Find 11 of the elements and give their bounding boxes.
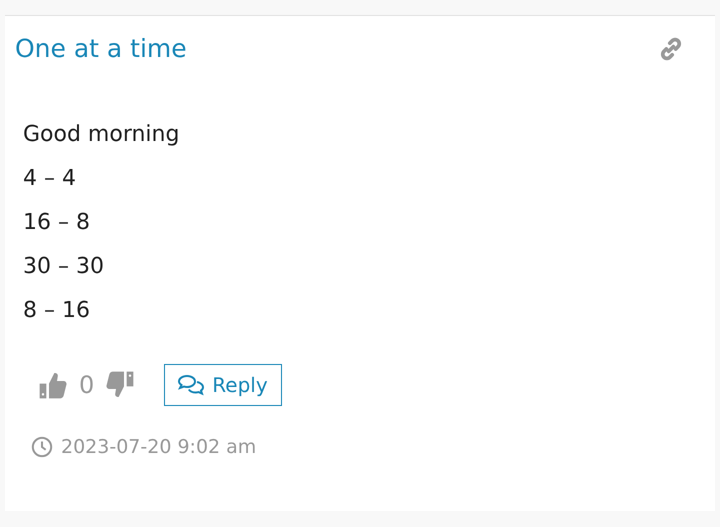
post-text-line: 4 – 4	[23, 165, 77, 193]
post-text-line: 30 – 30	[23, 253, 105, 281]
chat-bubbles-icon	[178, 374, 204, 396]
reply-button[interactable]: Reply	[164, 364, 282, 406]
post-title: One at a time	[15, 34, 187, 63]
post-text-line: 16 – 8	[23, 209, 91, 237]
post-text-line: 8 – 16	[23, 297, 91, 325]
vote-count: 0	[79, 371, 94, 399]
clock-icon	[31, 436, 53, 458]
post-timestamp: 2023-07-20 9:02 am	[61, 436, 256, 458]
post-text-line: Good morning	[23, 121, 180, 149]
